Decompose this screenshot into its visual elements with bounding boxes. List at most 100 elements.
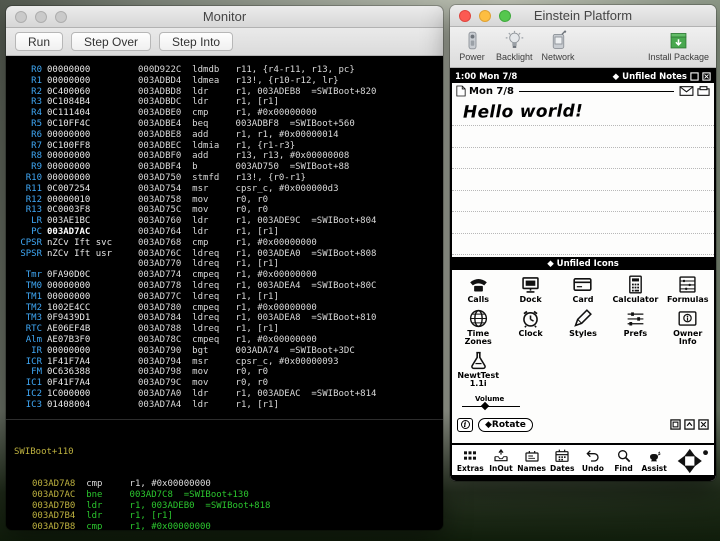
disasm-line: 003ADBDC ldr r1, [r1] (138, 97, 376, 108)
overview-icon[interactable] (690, 72, 699, 81)
dock-label: Assist (641, 464, 666, 473)
overview-icon[interactable] (670, 419, 681, 430)
dock-extras[interactable]: Extras (455, 448, 486, 473)
power-button[interactable]: Power (457, 30, 487, 62)
note-rule (452, 211, 714, 212)
step-into-button[interactable]: Step Into (159, 32, 233, 51)
dock-inout[interactable]: InOut (486, 448, 517, 473)
newton-screen[interactable]: 1:00 Mon 7/8 ◆ Unfiled Notes Mon 7/8 Hel… (450, 68, 716, 481)
register-row: Tmr0FA90D0C (14, 270, 112, 281)
note-date[interactable]: Mon 7/8 (469, 86, 514, 97)
install-button[interactable]: Install Package (648, 30, 709, 62)
note-body[interactable]: Hello world! (452, 99, 714, 257)
register-name: R4 (14, 108, 42, 119)
register-name: RTC (14, 324, 42, 335)
owner-icon (677, 308, 698, 329)
info-button[interactable]: i (457, 418, 473, 432)
network-button[interactable]: Network (542, 30, 575, 62)
register-row: R4 0C111404 (14, 108, 112, 119)
dock-find[interactable]: Find (608, 448, 639, 473)
monitor-window: Monitor Run Step Over Step Into R000000000… (6, 6, 443, 530)
slider-knob[interactable] (481, 401, 489, 409)
minimize-button[interactable] (35, 11, 47, 23)
register-name: R8 (14, 151, 42, 162)
einstein-titlebar[interactable]: Einstein Platform (450, 5, 716, 27)
console-line: 003AD7AC bne 003AD7C8 =SWIBoot+130 (14, 490, 443, 501)
app-label: Calculator (612, 296, 658, 305)
step-over-button[interactable]: Step Over (71, 32, 151, 51)
folder-tab-unfiled-notes[interactable]: ◆ Unfiled Notes (613, 72, 687, 82)
monitor-terminal[interactable]: R000000000R100000000R20C400060R30C1084B4… (6, 57, 443, 530)
newton-clock[interactable]: 1:00 Mon 7/8 (455, 72, 517, 82)
register-name: R7 (14, 141, 42, 152)
arrow-pad[interactable] (669, 448, 711, 474)
volume-control[interactable]: Volume (462, 395, 714, 411)
zoom-button[interactable] (55, 11, 67, 23)
app-formulas[interactable]: Formulas (662, 274, 714, 305)
register-value: 00000000 (47, 346, 90, 356)
run-button[interactable]: Run (15, 32, 63, 51)
register-row: R600000000 (14, 130, 112, 141)
register-name: Alm (14, 335, 42, 346)
app-prefs[interactable]: Prefs (609, 308, 661, 347)
folder-tab-unfiled-icons: ◆ Unfiled Icons (547, 259, 619, 269)
register-value: 00000000 (47, 151, 90, 161)
register-value: 0C636388 (47, 367, 90, 377)
disasm-line: 003AD794 msr cpsr_c, #0x00000093 (138, 357, 376, 368)
timezones-icon (468, 308, 489, 329)
console-address: 003AD7B0 (32, 501, 75, 511)
app-card[interactable]: Card (557, 274, 609, 305)
window-controls (459, 5, 511, 26)
app-styles[interactable]: Styles (557, 308, 609, 347)
zoom-button[interactable] (499, 10, 511, 22)
register-name: TM3 (14, 313, 42, 324)
dock-undo[interactable]: Undo (578, 448, 609, 473)
filing-icon[interactable] (697, 86, 710, 96)
app-clock[interactable]: Clock (504, 308, 556, 347)
register-value: nZCv Ift svc (47, 238, 112, 248)
register-name: CPSR (14, 238, 42, 249)
volume-slider[interactable] (462, 403, 520, 411)
register-value: 1002E4CC (47, 303, 90, 313)
console-address: 003AD7B8 (32, 522, 75, 530)
monitor-titlebar[interactable]: Monitor (6, 6, 443, 28)
rotate-button[interactable]: ◆Rotate (478, 418, 533, 432)
install-icon (668, 30, 689, 51)
disasm-line: 000D922C ldmdb r11, {r4-r11, r13, pc} (138, 65, 376, 76)
calls-icon (468, 274, 489, 295)
app-calculator[interactable]: Calculator (609, 274, 661, 305)
register-value: 00000010 (47, 195, 90, 205)
collapse-icon[interactable] (684, 419, 695, 430)
einstein-title: Einstein Platform (534, 8, 632, 23)
newton-status-bar: 1:00 Mon 7/8 ◆ Unfiled Notes (452, 70, 714, 83)
close-box-icon[interactable] (702, 72, 711, 81)
register-value: 0F9439D1 (47, 313, 90, 323)
console-instruction: bne 003AD7C8 =SWIBoot+130 (75, 490, 248, 500)
unfiled-icons-bar[interactable]: ◆ Unfiled Icons (452, 257, 714, 270)
register-value: 0C0003F8 (47, 205, 90, 215)
disasm-line: 003ADBEC ldmia r1, {r1-r3} (138, 141, 376, 152)
screen-controls-row: i ◆Rotate (452, 418, 714, 432)
dock-dates[interactable]: Dates (547, 448, 578, 473)
note-page-icon[interactable] (456, 85, 466, 97)
console-label: SWIBoot+110 (14, 447, 443, 458)
dock-assist[interactable]: Assist (639, 448, 670, 473)
newttest-icon (468, 350, 489, 371)
console-address: 003AD7AC (32, 490, 75, 500)
mail-route-icon[interactable] (679, 86, 694, 96)
close-icon[interactable] (698, 419, 709, 430)
app-newttest[interactable]: NewtTest 1.1i (452, 350, 504, 389)
register-row: IR00000000 (14, 346, 112, 357)
minimize-button[interactable] (479, 10, 491, 22)
app-calls[interactable]: Calls (452, 274, 504, 305)
close-button[interactable] (459, 10, 471, 22)
app-owner[interactable]: Owner Info (662, 308, 714, 347)
disasm-line: 003AD760 ldr r1, 003ADE9C =SWIBoot+804 (138, 216, 376, 227)
app-dock[interactable]: Dock (504, 274, 556, 305)
slider-track (462, 406, 520, 407)
register-value: 0C111404 (47, 108, 90, 118)
backlight-button[interactable]: Backlight (496, 30, 533, 62)
close-button[interactable] (15, 11, 27, 23)
app-timezones[interactable]: Time Zones (452, 308, 504, 347)
dock-names[interactable]: Names (516, 448, 547, 473)
